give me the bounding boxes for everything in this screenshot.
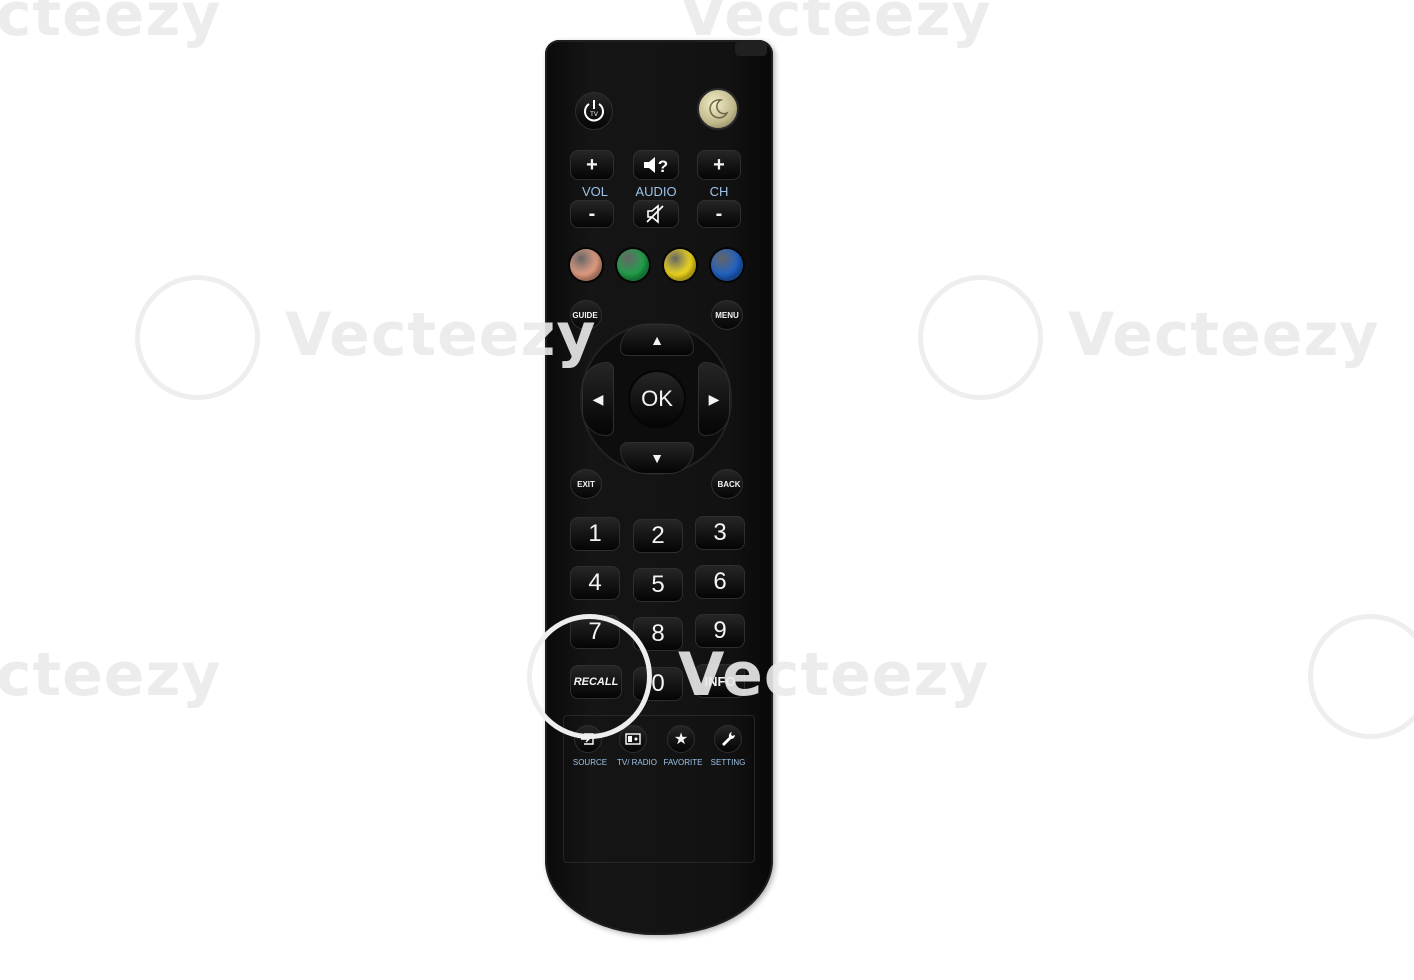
- dpad-up-button[interactable]: ▲: [620, 324, 694, 356]
- digit-label: 3: [713, 519, 727, 546]
- plus-label: +: [713, 153, 725, 176]
- arrow-left-icon: ◀: [592, 390, 604, 407]
- ch-label: CH: [709, 184, 729, 199]
- tv-radio-button[interactable]: [619, 725, 647, 753]
- digit-label: 8: [651, 620, 665, 647]
- watermark-logo: [1308, 614, 1414, 739]
- info-label: INFO: [704, 673, 736, 689]
- wrench-icon: [722, 732, 735, 746]
- yellow-color-button[interactable]: [664, 249, 696, 281]
- source-button[interactable]: [574, 725, 602, 753]
- exit-label: EXIT: [577, 479, 595, 489]
- ok-button[interactable]: OK: [628, 370, 686, 428]
- digit-0-button[interactable]: 0: [633, 667, 683, 701]
- channel-up-button[interactable]: +: [697, 150, 741, 180]
- menu-label: MENU: [715, 310, 739, 320]
- favorite-button[interactable]: ★: [667, 725, 695, 753]
- digit-6-button[interactable]: 6: [695, 565, 745, 599]
- info-button[interactable]: INFO: [695, 664, 745, 698]
- arrow-up-icon: ▲: [650, 332, 664, 348]
- power-icon: TV: [584, 100, 604, 122]
- watermark-logo: [918, 275, 1043, 400]
- digit-label: 1: [588, 520, 602, 547]
- digit-9-button[interactable]: 9: [695, 614, 745, 648]
- dpad-left-button[interactable]: ◀: [582, 362, 614, 436]
- speaker-question-icon: ?: [644, 157, 668, 176]
- watermark-logo: [135, 275, 260, 400]
- digit-label: 5: [651, 571, 665, 598]
- ir-emitter: [735, 42, 767, 56]
- exit-button[interactable]: EXIT: [570, 469, 602, 499]
- dpad-right-button[interactable]: ▶: [698, 362, 730, 436]
- watermark-text: Vecteezy: [0, 0, 222, 50]
- digit-label: 0: [651, 670, 665, 697]
- digit-label: 2: [651, 522, 665, 549]
- arrow-right-icon: ▶: [708, 390, 720, 407]
- source-icon: [581, 733, 594, 745]
- digit-1-button[interactable]: 1: [570, 517, 620, 551]
- recall-label: RECALL: [573, 676, 619, 688]
- digit-8-button[interactable]: 8: [633, 617, 683, 651]
- moon-icon: [709, 99, 729, 119]
- back-label: BACK: [717, 479, 741, 489]
- blue-color-button[interactable]: [711, 249, 743, 281]
- standby-button[interactable]: [697, 88, 739, 130]
- digit-label: 4: [588, 569, 602, 596]
- tv-radio-icon: [625, 733, 641, 745]
- digit-7-button[interactable]: 7: [570, 615, 620, 649]
- digit-5-button[interactable]: 5: [633, 568, 683, 602]
- menu-button[interactable]: MENU: [711, 300, 743, 330]
- ok-label: OK: [641, 386, 673, 411]
- power-label: TV: [590, 112, 598, 118]
- digit-label: 9: [713, 617, 727, 644]
- red-color-button[interactable]: [570, 249, 602, 281]
- star-icon: ★: [673, 731, 689, 748]
- setting-label: SETTING: [710, 758, 746, 767]
- plus-label: +: [586, 153, 598, 176]
- vol-label: VOL: [581, 184, 608, 199]
- dpad-down-button[interactable]: ▼: [620, 442, 694, 474]
- back-button[interactable]: BACK: [711, 469, 743, 499]
- digit-label: 6: [713, 568, 727, 595]
- green-color-button[interactable]: [617, 249, 649, 281]
- setting-button[interactable]: [714, 725, 742, 753]
- volume-up-button[interactable]: +: [570, 150, 614, 180]
- minus-label: -: [588, 202, 596, 225]
- minus-label: -: [715, 202, 723, 225]
- volume-down-button[interactable]: -: [570, 200, 614, 228]
- guide-label: GUIDE: [572, 310, 598, 320]
- digit-2-button[interactable]: 2: [633, 519, 683, 553]
- mute-icon: [646, 204, 664, 224]
- recall-button[interactable]: RECALL: [570, 665, 622, 699]
- digit-4-button[interactable]: 4: [570, 566, 620, 600]
- digit-3-button[interactable]: 3: [695, 516, 745, 550]
- arrow-down-icon: ▼: [650, 450, 664, 466]
- power-button[interactable]: TV: [575, 92, 613, 130]
- watermark-text: Vecteezy: [0, 640, 222, 710]
- mute-button[interactable]: [633, 200, 679, 228]
- audio-button[interactable]: ?: [633, 150, 679, 180]
- watermark-text: Vecteezy: [1068, 300, 1380, 370]
- digit-label: 7: [588, 618, 602, 645]
- guide-button[interactable]: GUIDE: [570, 300, 602, 330]
- audio-label: AUDIO: [635, 184, 677, 199]
- svg-text:?: ?: [658, 157, 668, 176]
- channel-down-button[interactable]: -: [697, 200, 741, 228]
